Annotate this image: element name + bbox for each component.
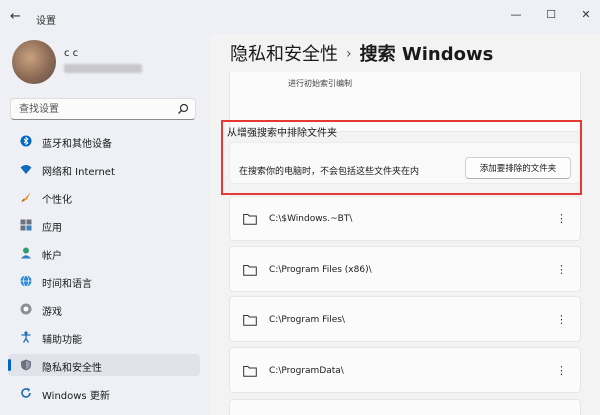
app-title: 设置: [36, 16, 56, 27]
sidebar-item-gaming[interactable]: 游戏: [8, 298, 200, 320]
close-button[interactable]: ✕: [576, 5, 596, 25]
maximize-button[interactable]: ☐: [541, 5, 561, 25]
folder-row[interactable]: C:\Program Files\ ⋮: [229, 296, 581, 342]
bluetooth-icon: [20, 135, 32, 147]
sidebar-item-label: 网络和 Internet: [42, 167, 115, 178]
more-options-icon[interactable]: ⋮: [556, 364, 567, 378]
folder-path: C:\Program Files (x86)\: [269, 265, 372, 275]
sidebar-item-personalization[interactable]: 个性化: [8, 186, 200, 208]
search-icon[interactable]: [177, 103, 189, 115]
more-options-icon[interactable]: ⋮: [556, 313, 567, 327]
sidebar-item-label: 个性化: [42, 195, 72, 206]
sidebar-item-bluetooth[interactable]: 蓝牙和其他设备: [8, 130, 200, 152]
brush-icon: [21, 192, 31, 202]
folder-row[interactable]: C:\Program Files (x86)\ ⋮: [229, 246, 581, 292]
folder-icon: [243, 214, 257, 225]
sidebar-item-time-language[interactable]: 时间和语言: [8, 270, 200, 292]
folder-path: C:\$Windows.~BT\: [269, 214, 353, 224]
shield-icon: [21, 359, 31, 371]
main-content: 隐私和安全性 › 搜索 Windows 进行初始索引编制 C:\$Windows.~…: [210, 34, 600, 415]
folder-path: C:\Program Files\: [269, 315, 345, 325]
sidebar-item-label: 辅助功能: [42, 335, 82, 346]
account-icon: [21, 247, 31, 259]
active-indicator: [8, 359, 11, 371]
breadcrumb-parent[interactable]: 隐私和安全性: [230, 44, 338, 65]
breadcrumb-separator-icon: ›: [346, 46, 352, 62]
folder-path: C:\ProgramData\: [269, 366, 344, 376]
highlight-annotation-box: [221, 120, 582, 195]
sidebar-item-network[interactable]: 网络和 Internet: [8, 158, 200, 180]
more-options-icon[interactable]: ⋮: [556, 263, 567, 277]
sidebar-item-label: 隐私和安全性: [42, 363, 102, 374]
globe-clock-icon: [20, 275, 32, 287]
minimize-button[interactable]: —: [506, 5, 526, 25]
apps-icon: [20, 219, 32, 231]
sidebar-item-label: 应用: [42, 223, 62, 234]
sidebar-item-label: 游戏: [42, 307, 62, 318]
more-options-icon[interactable]: ⋮: [556, 212, 567, 226]
avatar[interactable]: [12, 40, 56, 84]
breadcrumb-current: 搜索 Windows: [359, 44, 494, 65]
accessibility-icon: [21, 331, 31, 343]
sidebar-item-accessibility[interactable]: 辅助功能: [8, 326, 200, 348]
folder-row[interactable]: C:\$Windows.~BT\ ⋮: [229, 196, 581, 241]
folder-row-partial: [229, 399, 581, 415]
sidebar-item-label: 帐户: [42, 251, 62, 262]
wifi-icon: [20, 165, 32, 174]
folder-icon: [243, 315, 257, 326]
sidebar-item-label: 时间和语言: [42, 279, 92, 290]
user-email-blurred: [64, 64, 142, 73]
gamepad-icon: [20, 303, 32, 315]
search-box[interactable]: [10, 98, 196, 120]
sidebar-item-apps[interactable]: 应用: [8, 214, 200, 236]
back-button[interactable]: ←: [10, 10, 24, 24]
sidebar-item-accounts[interactable]: 帐户: [8, 242, 200, 264]
sidebar-item-windows-update[interactable]: Windows 更新: [8, 382, 200, 404]
sidebar-item-label: Windows 更新: [42, 391, 110, 402]
user-name: c c: [64, 48, 79, 59]
sidebar-item-privacy-security[interactable]: 隐私和安全性: [8, 354, 200, 376]
update-icon: [21, 388, 31, 398]
folder-row[interactable]: C:\ProgramData\ ⋮: [229, 347, 581, 393]
page-title: 隐私和安全性 › 搜索 Windows: [230, 40, 493, 66]
title-bar: ← 设置 — ☐ ✕: [0, 0, 600, 34]
sidebar: c c 蓝牙和其他设备 网络和 Internet 个性化 应用 帐户 时间和语言…: [0, 34, 210, 415]
sidebar-item-label: 蓝牙和其他设备: [42, 139, 112, 150]
indexing-status-text: 进行初始索引编制: [288, 79, 352, 88]
folder-icon: [243, 366, 257, 377]
search-input[interactable]: [19, 102, 169, 116]
folder-icon: [243, 265, 257, 276]
